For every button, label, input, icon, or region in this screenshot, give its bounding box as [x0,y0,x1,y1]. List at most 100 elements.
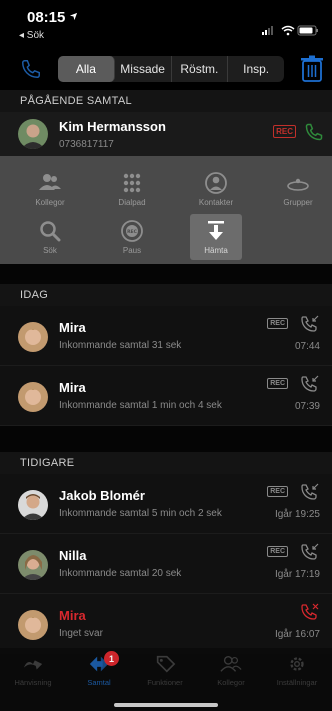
colleagues-icon [39,174,61,190]
tab-label: Samtal [87,678,111,687]
groups-icon [287,178,309,191]
call-time: 07:44 [294,341,320,352]
section-header-active-call: PÅGÅENDE SAMTAL [0,90,332,112]
contact-name: Mira [59,320,86,335]
tab-label: Hänvisning [14,678,52,687]
avatar [18,610,48,640]
contact-name: Kim Hermansson [59,119,166,134]
status-icons [262,25,318,36]
call-log-row[interactable]: Mira Inkommande samtal 1 min och 4 sek R… [0,366,332,426]
rec-badge[interactable]: REC [273,125,296,138]
filter-tab-all[interactable]: Alla [58,56,115,82]
filter-tab-voicemail[interactable]: Röstm. [172,56,229,82]
call-time: 07:39 [294,401,320,412]
call-time: Igår 16:07 [274,629,320,640]
battery-icon [297,25,318,36]
tab-redirect[interactable]: Hänvisning [0,654,66,690]
call-detail: Inkommande samtal 1 min och 4 sek [59,400,222,411]
action-label: Dialpad [118,198,146,207]
rec-badge[interactable]: REC [267,378,288,389]
functions-icon [156,655,176,673]
tab-label: Funktioner [147,678,183,687]
action-dialpad[interactable]: Dialpad [106,166,158,212]
call-detail: Inget svar [59,628,103,639]
wifi-icon [281,25,295,36]
call-detail: Inkommande samtal 5 min och 2 sek [59,508,222,519]
action-label: Kollegor [35,198,65,207]
rec-badge[interactable]: REC [267,318,288,329]
spacer [0,426,332,452]
spacer [0,264,332,284]
call-time: Igår 17:19 [274,569,320,580]
fetch-icon [208,221,224,240]
colleagues-icon [220,655,242,672]
filter-tab-recordings[interactable]: Insp. [228,56,284,82]
action-groups[interactable]: Grupper [272,166,324,212]
action-pause[interactable]: REC Paus [106,214,158,260]
call-actions-panel: Kollegor Dialpad Kontakter Grupper Sök R… [0,156,332,264]
status-bar: 08:15 ◂ Sök [0,0,332,48]
action-search[interactable]: Sök [24,214,76,260]
call-log-row-missed[interactable]: Mira Inget svar Igår 16:07 [0,594,332,654]
svg-text:REC: REC [127,229,138,235]
action-label: Grupper [283,198,313,207]
home-indicator[interactable] [114,703,218,707]
tab-bar: Hänvisning 1 Samtal Funktioner Kollegor … [0,648,332,711]
signal-icon [262,26,273,35]
active-call-row[interactable]: Kim Hermansson 0736817117 REC [0,112,332,156]
section-header-earlier: TIDIGARE [0,452,332,474]
contacts-icon [205,172,227,194]
pause-rec-icon: REC [121,220,143,242]
trash-icon[interactable] [299,55,325,83]
incoming-call-icon [301,543,319,560]
avatar [18,382,48,412]
section-header-today: IDAG [0,284,332,306]
call-log-row[interactable]: Nilla Inkommande samtal 20 sek REC Igår … [0,534,332,594]
contact-name: Nilla [59,548,87,563]
call-detail: Inkommande samtal 31 sek [59,340,182,351]
call-log-row[interactable]: Jakob Blomér Inkommande samtal 5 min och… [0,474,332,534]
avatar [18,550,48,580]
notification-badge: 1 [104,651,119,666]
search-icon [40,221,61,242]
settings-icon [290,657,304,671]
redirect-icon [23,660,43,670]
rec-badge[interactable]: REC [267,546,288,557]
tab-calls[interactable]: 1 Samtal [66,651,132,690]
tab-label: Inställningar [276,678,318,687]
call-filter-segmented-control[interactable]: Alla Missade Röstm. Insp. [58,56,284,82]
phone-icon[interactable] [304,122,324,142]
action-colleagues[interactable]: Kollegor [24,166,76,212]
avatar [18,119,48,149]
action-label: Paus [122,246,142,255]
avatar [18,490,48,520]
contact-name: Mira [59,380,86,395]
tab-label: Kollegor [217,678,245,687]
tab-functions[interactable]: Funktioner [132,654,198,690]
rec-badge[interactable]: REC [267,486,288,497]
call-time: Igår 19:25 [274,509,320,520]
missed-call-icon [301,603,319,620]
contact-name: Jakob Blomér [59,488,145,503]
call-detail: Inkommande samtal 20 sek [59,568,182,579]
tab-colleagues[interactable]: Kollegor [198,654,264,690]
call-log-row[interactable]: Mira Inkommande samtal 31 sek REC 07:44 [0,306,332,366]
action-label: Hämta [204,246,228,255]
tab-settings[interactable]: Inställningar [264,654,330,690]
action-label: Sök [43,246,57,255]
incoming-call-icon [301,375,319,392]
action-contacts[interactable]: Kontakter [190,166,242,212]
back-to-search-link[interactable]: ◂ Sök [19,30,44,41]
filter-tab-missed[interactable]: Missade [115,56,172,82]
phone-icon[interactable] [20,58,42,80]
location-arrow-icon [69,12,78,21]
phone-number: 0736817117 [59,139,114,150]
contact-name: Mira [59,608,86,623]
dialpad-icon [123,173,141,193]
action-fetch[interactable]: Hämta [190,214,242,260]
clock: 08:15 [27,9,66,26]
avatar [18,322,48,352]
action-label: Kontakter [198,198,234,207]
incoming-call-icon [301,315,319,332]
toolbar: Alla Missade Röstm. Insp. [0,48,332,90]
